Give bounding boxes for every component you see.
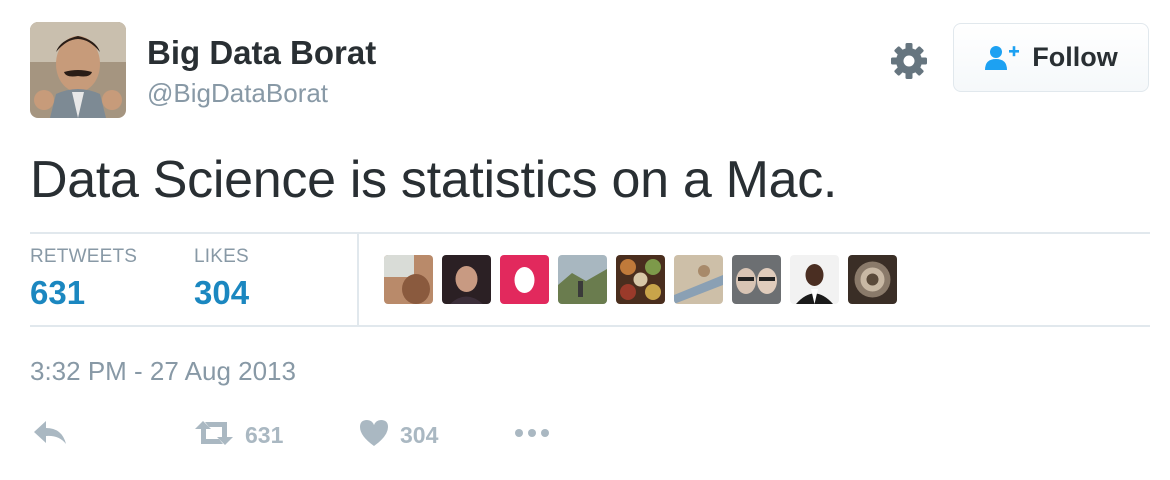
retweets-stat[interactable]: RETWEETS 631 [30,246,137,312]
more-button[interactable] [513,418,553,453]
retweet-icon [193,418,235,453]
liker-avatar[interactable] [790,255,839,304]
likes-label: LIKES [194,246,249,267]
liker-avatar[interactable] [500,255,549,304]
reply-button[interactable] [32,418,68,453]
retweets-count: 631 [30,274,86,311]
add-user-icon [984,44,1020,72]
user-display-name[interactable]: Big Data Borat [147,34,376,72]
tweet-timestamp[interactable]: 3:32 PM - 27 Aug 2013 [30,356,296,387]
liker-avatar[interactable] [616,255,665,304]
likes-count: 304 [194,274,250,311]
liker-avatar[interactable] [558,255,607,304]
liker-avatars [384,255,897,304]
likes-stat[interactable]: LIKES 304 [194,246,249,312]
follow-label: Follow [1032,42,1118,72]
stats-divider [357,234,359,326]
heart-icon [358,418,390,453]
liker-avatar[interactable] [732,255,781,304]
liker-avatar[interactable] [384,255,433,304]
liker-avatar[interactable] [442,255,491,304]
retweet-count: 631 [245,422,284,448]
divider [30,325,1150,327]
tweet-text: Data Science is statistics on a Mac. [30,151,838,209]
retweet-button[interactable]: 631 [193,418,283,453]
more-options-icon [513,418,553,453]
user-avatar[interactable] [30,22,126,118]
like-count: 304 [400,422,439,448]
reply-icon [32,418,68,453]
liker-avatar[interactable] [674,255,723,304]
gear-icon[interactable] [889,41,929,81]
like-button[interactable]: 304 [358,418,438,453]
retweets-label: RETWEETS [30,246,138,267]
divider [30,232,1150,234]
user-handle[interactable]: @BigDataBorat [147,78,328,109]
follow-button[interactable]: Follow [953,23,1149,92]
liker-avatar[interactable] [848,255,897,304]
